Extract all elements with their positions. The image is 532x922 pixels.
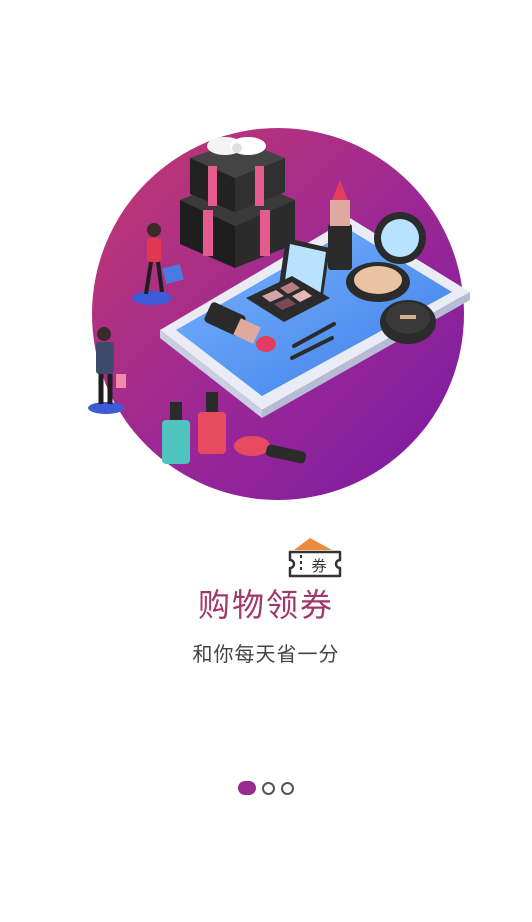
svg-text:券: 券 bbox=[311, 557, 326, 575]
page-indicator-dot[interactable] bbox=[281, 781, 294, 795]
page-indicator[interactable] bbox=[0, 781, 532, 795]
gift-box-icon bbox=[180, 137, 295, 268]
hero-illustration bbox=[88, 128, 470, 500]
page-title: 购物领券 bbox=[197, 586, 334, 624]
page-subtitle: 和你每天省一分 bbox=[192, 642, 340, 666]
powder-compact-icon bbox=[380, 300, 436, 344]
page-indicator-dot[interactable] bbox=[238, 781, 256, 795]
page-indicator-dot[interactable] bbox=[262, 781, 275, 795]
coupon-ticket-icon: 券 bbox=[288, 538, 342, 578]
